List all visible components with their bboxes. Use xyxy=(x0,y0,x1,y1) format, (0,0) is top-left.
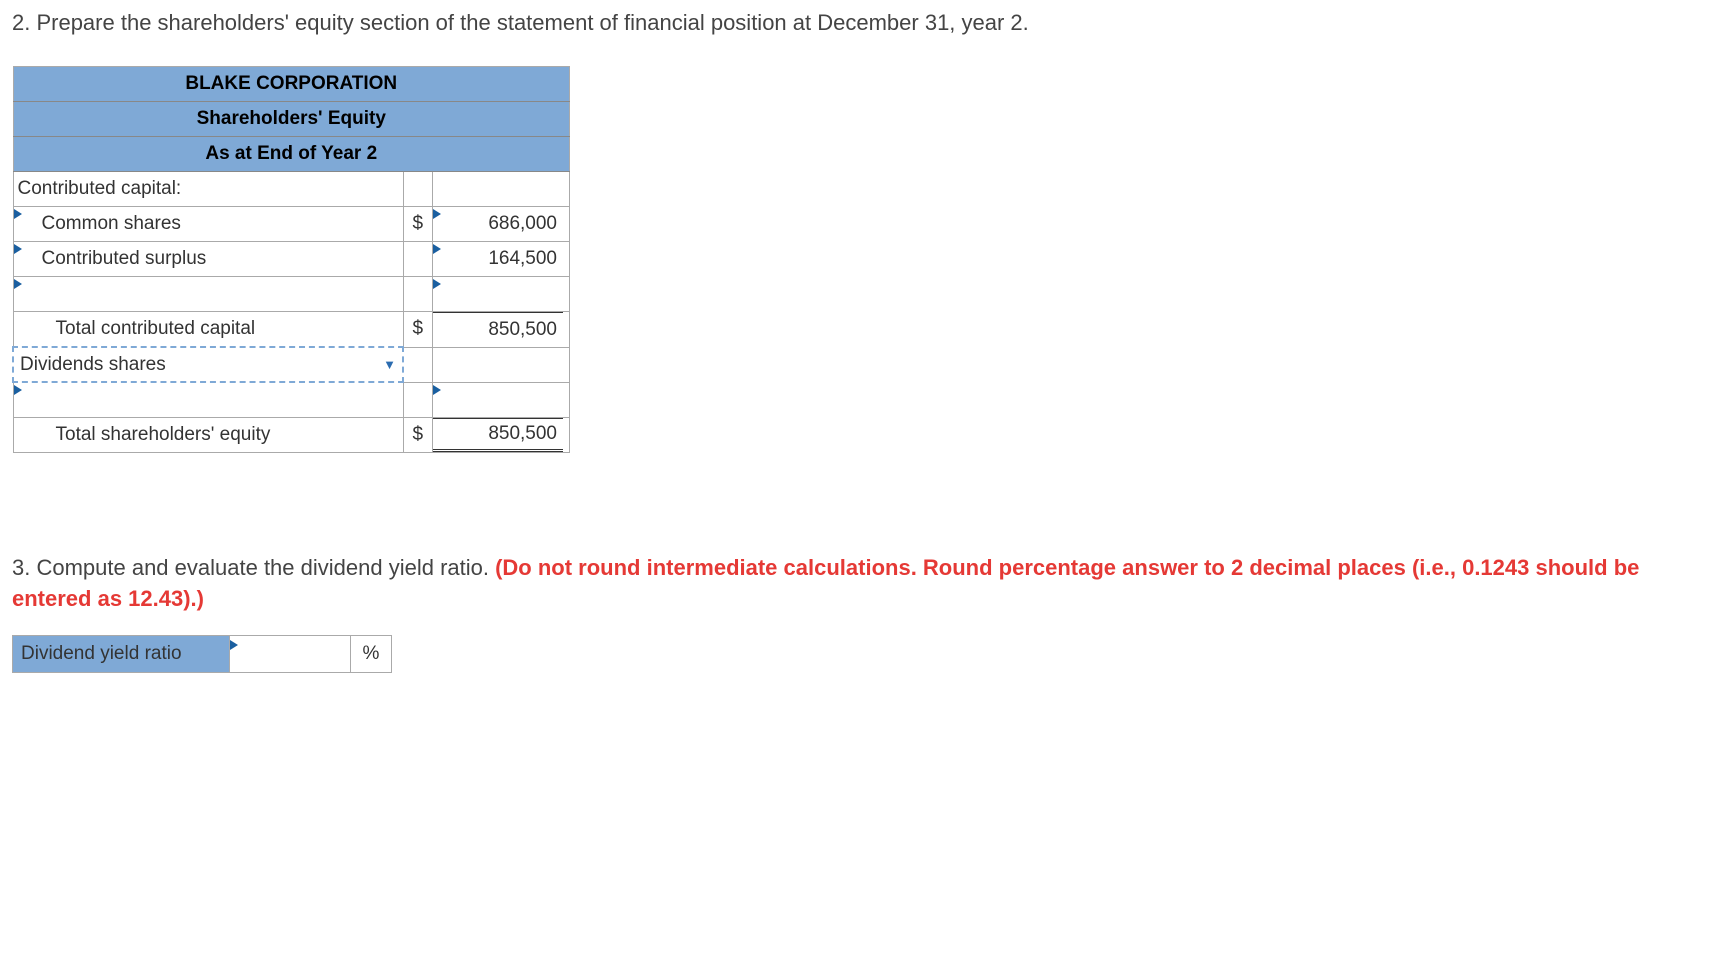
row-empty-currency xyxy=(403,382,433,418)
row-dropdown-currency xyxy=(403,347,433,382)
dy-row-label: Dividend yield ratio xyxy=(13,635,230,672)
dropdown-selected-label: Dividends shares xyxy=(20,354,166,376)
row-blank-value[interactable] xyxy=(433,277,570,312)
row-empty-label[interactable] xyxy=(13,382,403,418)
row-dropdown-value[interactable] xyxy=(433,347,570,382)
expand-icon xyxy=(14,383,24,417)
expand-icon xyxy=(230,636,240,672)
row-contributed-surplus-currency xyxy=(403,242,433,277)
row-contributed-surplus-label[interactable]: Contributed surplus xyxy=(13,242,403,277)
row-contributed-capital-label: Contributed capital: xyxy=(13,172,403,207)
row-total-contributed-currency: $ xyxy=(403,312,433,348)
expand-icon xyxy=(433,383,443,417)
dy-unit: % xyxy=(351,635,392,672)
row-dropdown[interactable]: Dividends shares ▼ xyxy=(13,347,403,382)
dividend-yield-table: Dividend yield ratio % xyxy=(12,635,392,673)
equity-table: BLAKE CORPORATION Shareholders' Equity A… xyxy=(12,66,570,453)
question-3-prompt: 3. Compute and evaluate the dividend yie… xyxy=(12,553,1697,615)
row-common-shares-label[interactable]: Common shares xyxy=(13,207,403,242)
expand-icon xyxy=(433,207,443,241)
expand-icon xyxy=(14,277,24,311)
row-blank-label[interactable] xyxy=(13,277,403,312)
row-total-contributed-label: Total contributed capital xyxy=(13,312,403,348)
chevron-down-icon: ▼ xyxy=(383,357,396,372)
row-total-contributed-value: 850,500 xyxy=(433,312,570,348)
expand-icon xyxy=(14,207,24,241)
row-contributed-capital-currency xyxy=(403,172,433,207)
row-total-equity-label: Total shareholders' equity xyxy=(13,418,403,453)
expand-icon xyxy=(433,242,443,276)
table-header-title: Shareholders' Equity xyxy=(13,102,570,137)
q3-prompt-main: 3. Compute and evaluate the dividend yie… xyxy=(12,555,495,580)
question-2-prompt: 2. Prepare the shareholders' equity sect… xyxy=(12,10,1697,36)
dy-value-cell[interactable] xyxy=(230,635,351,672)
row-contributed-surplus-value[interactable]: 164,500 xyxy=(433,242,570,277)
row-total-equity-value: 850,500 xyxy=(433,418,570,453)
row-common-shares-currency: $ xyxy=(403,207,433,242)
row-empty-value[interactable] xyxy=(433,382,570,418)
row-total-equity-currency: $ xyxy=(403,418,433,453)
row-common-shares-value[interactable]: 686,000 xyxy=(433,207,570,242)
row-blank-currency xyxy=(403,277,433,312)
table-header-company: BLAKE CORPORATION xyxy=(13,67,570,102)
expand-icon xyxy=(14,242,24,276)
expand-icon xyxy=(433,277,443,311)
row-contributed-capital-value xyxy=(433,172,570,207)
table-header-date: As at End of Year 2 xyxy=(13,137,570,172)
